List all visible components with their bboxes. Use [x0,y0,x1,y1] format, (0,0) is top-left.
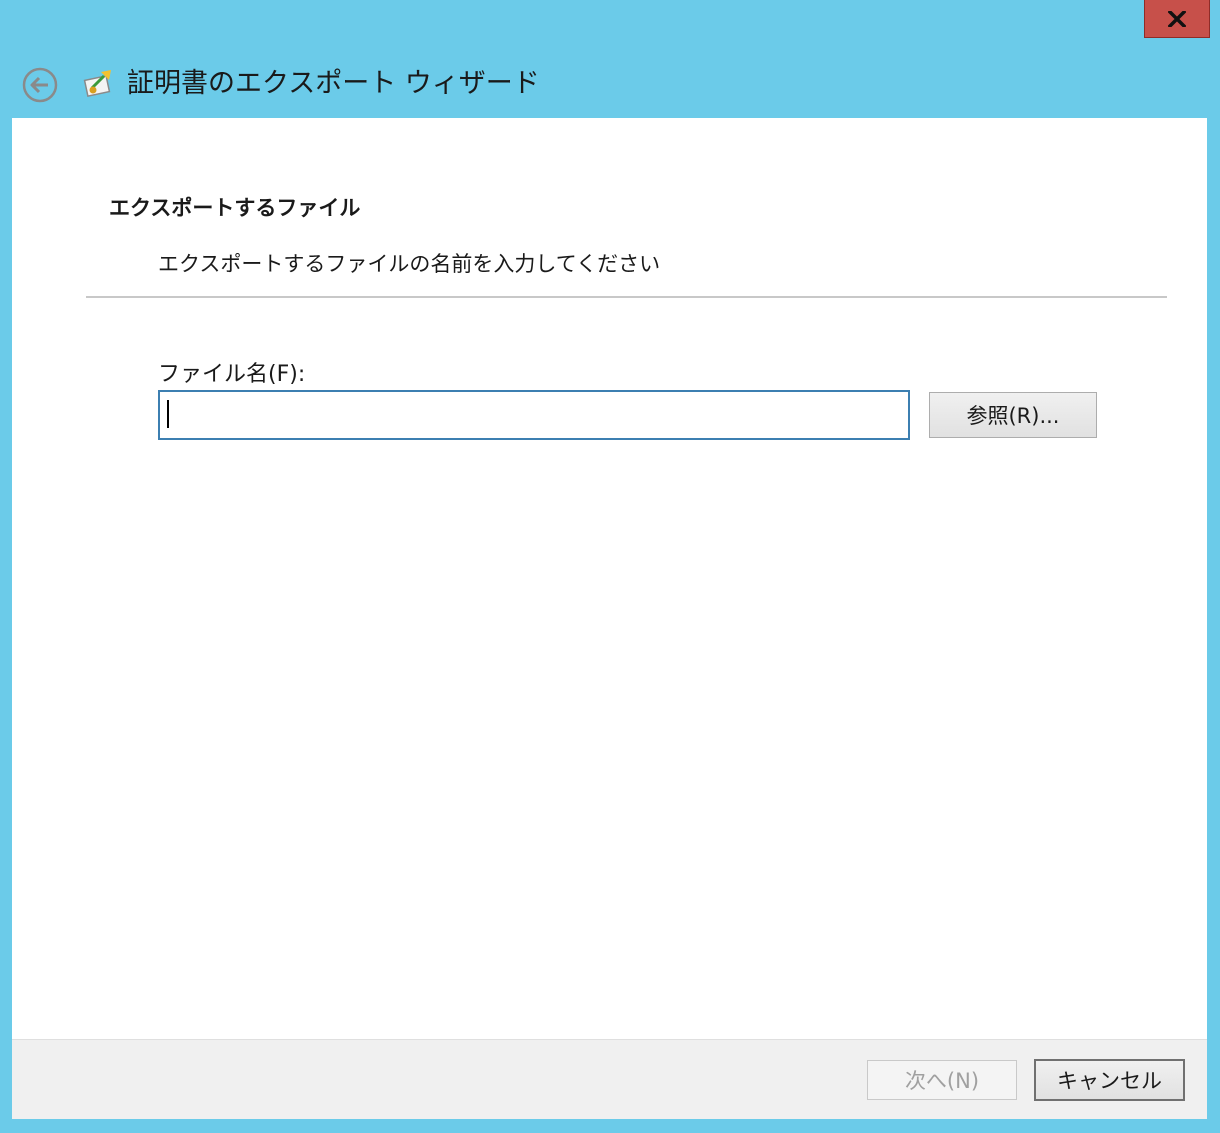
window-title: 証明書のエクスポート ウィザード [127,68,540,99]
back-button[interactable] [21,66,59,104]
back-arrow-icon [22,67,58,103]
next-button[interactable]: 次へ(N) [867,1060,1017,1100]
filename-input[interactable] [158,390,910,440]
header-divider [86,296,1167,298]
certificate-wizard-icon [82,66,116,100]
text-caret [167,400,169,428]
cancel-button[interactable]: キャンセル [1034,1059,1185,1101]
page-description: エクスポートするファイルの名前を入力してください [158,252,661,276]
page-heading: エクスポートするファイル [109,196,361,220]
wizard-content-panel: エクスポートするファイル エクスポートするファイルの名前を入力してください ファ… [12,118,1207,1119]
close-button[interactable] [1144,0,1210,38]
wizard-footer: 次へ(N) キャンセル [12,1039,1207,1119]
filename-label: ファイル名(F): [158,362,306,387]
browse-button[interactable]: 参照(R)... [929,392,1097,438]
close-icon [1168,10,1186,27]
